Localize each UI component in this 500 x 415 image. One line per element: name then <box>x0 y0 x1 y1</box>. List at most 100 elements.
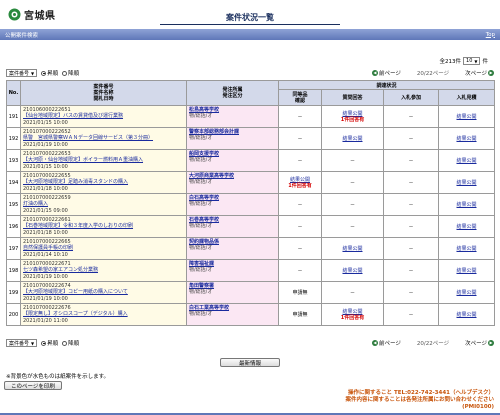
sort-select-bottom[interactable]: 案件番号 ▼ <box>6 339 38 347</box>
status-text: － <box>408 136 414 142</box>
confirm-cell: － <box>278 193 322 216</box>
result-link[interactable]: 結果公開 <box>457 224 477 230</box>
confirm-cell: － <box>278 149 322 172</box>
arrow-right-icon: ▶ <box>488 340 494 346</box>
top-link[interactable]: Top <box>486 32 495 38</box>
footer-inquiry: 案件内容に関することは各発注所属にお問い合わせください <box>345 397 494 403</box>
row-number: 195 <box>6 193 21 216</box>
nav-row-top: 案件番号 ▼ 昇順 降順 ◀ 前ページ 20/22ページ 次ページ ▶ <box>6 68 494 78</box>
order-division: 物/総括/オ <box>189 201 213 208</box>
sort-asc-radio[interactable]: 昇順 <box>41 69 58 77</box>
table-row: 195 210107000222659 灯油の購入 2021/01/15 09:00 白… <box>6 193 496 216</box>
opening-datetime: 2021/01/14 10:10 <box>23 251 68 258</box>
latest-info-button[interactable]: 最新情報 <box>220 358 280 367</box>
result-cell: 結果公開 <box>437 105 496 128</box>
arrow-left-icon: ◀ <box>371 340 378 346</box>
result-link[interactable]: 結果公開 <box>457 268 477 274</box>
question-cell: 結果公開 <box>321 259 384 282</box>
entry-cell: － <box>383 303 439 326</box>
prev-page-link[interactable]: ◀ 前ページ <box>371 69 401 77</box>
result-link[interactable]: 結果公開 <box>457 290 477 296</box>
status-text: － <box>408 312 414 318</box>
row-number: 198 <box>6 259 21 282</box>
next-page-link[interactable]: 次ページ ▶ <box>465 69 494 77</box>
result-link[interactable]: 結果公開 <box>457 180 477 186</box>
case-cell: 210107000222676 【限定無し】オシロスコープ（デジタル）購入 2021… <box>20 303 187 326</box>
status-text: － <box>408 224 414 230</box>
status-text: － <box>297 268 303 274</box>
table-row: 198 210107000222671 七ツ森希望の家エアコン処分業務 2021/01… <box>6 259 496 282</box>
confirm-cell: 申請無 <box>278 281 322 304</box>
result-cell: 結果公開 <box>437 215 496 238</box>
case-cell: 210107000222652 県警 宮城県警察ＷＡＮデータ回線サービス（第３分冊… <box>20 127 187 150</box>
result-link[interactable]: 結果公開 <box>457 114 477 120</box>
opening-datetime: 2021/01/15 10:00 <box>23 119 68 126</box>
row-number: 193 <box>6 149 21 172</box>
order-division: 物/総括/オ <box>189 157 213 164</box>
result-cell: 結果公開 <box>437 303 496 326</box>
prev-page-link-bottom[interactable]: ◀ 前ページ <box>371 339 401 347</box>
confirm-cell: － <box>278 105 322 128</box>
sort-select[interactable]: 案件番号 ▼ <box>6 69 38 77</box>
result-link[interactable]: 結果公開 <box>342 246 362 252</box>
order-division: 物/総括/オ <box>189 289 213 296</box>
result-link[interactable]: 結果公開 <box>457 202 477 208</box>
result-cell: 結果公開 <box>437 281 496 304</box>
status-text: － <box>408 158 414 164</box>
result-link[interactable]: 結果公開 <box>457 246 477 252</box>
entry-cell: － <box>383 149 439 172</box>
print-page-button[interactable]: このページを印刷 <box>4 381 62 390</box>
table-row: 191 210106000222651 【仙台地域限定】バスの賃貸借及び運行業務 20… <box>6 105 496 128</box>
col-header-result: 入札見積 <box>437 89 496 106</box>
case-name-link[interactable]: 【大河原・仙台地域限定】ボイラー燃料用Ａ重油購入 <box>23 157 143 163</box>
status-text: － <box>297 114 303 120</box>
result-link[interactable]: 結果公開 <box>457 158 477 164</box>
opening-datetime: 2021/01/20 11:00 <box>23 317 68 324</box>
chevron-down-icon: ▼ <box>31 70 35 76</box>
order-division: 物/総括/オ <box>189 267 213 274</box>
sort-desc-radio[interactable]: 降順 <box>62 69 79 77</box>
case-name-link[interactable]: 【大河原地域限定】コピー用紙の購入について <box>23 289 128 295</box>
case-name-link[interactable]: 【大河原地域限定】足踏み消毒スタンドの購入 <box>23 179 128 185</box>
table-row: 193 210107000222653 【大河原・仙台地域限定】ボイラー燃料用Ａ重油… <box>6 149 496 172</box>
result-link[interactable]: 結果公開 <box>457 136 477 142</box>
status-text: － <box>349 290 355 296</box>
confirm-cell: － <box>278 237 322 260</box>
per-page-select[interactable]: 10 ▼ <box>463 57 481 65</box>
result-cell: 結果公開 <box>437 259 496 282</box>
case-name-link[interactable]: 【仙台地域限定】バスの賃貸借及び運行業務 <box>23 113 123 119</box>
next-page-link-bottom[interactable]: 次ページ ▶ <box>465 339 494 347</box>
result-link[interactable]: 結果公開 <box>342 268 362 274</box>
col-header-confirm: 同等品 確認 <box>278 89 322 106</box>
footer-contact: 操作に関すること TEL:022-742-3441（ヘルプデスク） 案件内容に関… <box>345 390 494 411</box>
order-division: 物/総括/オ <box>189 135 213 142</box>
case-cell: 210107000222661 【石巻地域限定】令和３年度入学のしおりの印刷 202… <box>20 215 187 238</box>
case-name-link[interactable]: 県警 宮城県警察ＷＡＮデータ回線サービス（第３分冊） <box>23 135 153 141</box>
opening-datetime: 2021/01/15 09:00 <box>23 207 68 214</box>
status-text: － <box>349 224 355 230</box>
confirm-cell: － <box>278 215 322 238</box>
opening-datetime: 2021/01/19 10:00 <box>23 295 68 302</box>
sort-desc-radio-bottom[interactable]: 降順 <box>62 339 79 347</box>
table-row: 194 210107000222655 【大河原地域限定】足踏み消毒スタンドの購入 2… <box>6 171 496 194</box>
status-text: － <box>408 290 414 296</box>
org-cell: 白石高等学校 物/総括/オ <box>186 193 279 216</box>
col-header-question: 質問回答 <box>321 89 384 106</box>
org-cell: 白石工業高等学校 物/総括/オ <box>186 303 279 326</box>
page-info-bottom: 20/22ページ <box>416 341 450 347</box>
org-cell: 船岡支援学校 物/総括/オ <box>186 149 279 172</box>
case-name-link[interactable]: 【限定無し】オシロスコープ（デジタル）購入 <box>23 311 128 317</box>
sort-asc-radio-bottom[interactable]: 昇順 <box>41 339 58 347</box>
case-name-link[interactable]: 【石巻地域限定】令和３年度入学のしおりの印刷 <box>23 223 133 229</box>
result-link[interactable]: 結果公開 <box>342 136 362 142</box>
search-link[interactable]: 公開案件検索 <box>5 31 38 39</box>
answer-count-note: 1件回答有 <box>340 117 365 123</box>
entry-cell: － <box>383 259 439 282</box>
order-division: 物/総括/オ <box>189 179 213 186</box>
confirm-cell: － <box>278 127 322 150</box>
result-link[interactable]: 結果公開 <box>457 312 477 318</box>
case-name-link[interactable]: 七ツ森希望の家エアコン処分業務 <box>23 267 98 273</box>
chevron-down-icon: ▼ <box>474 58 478 64</box>
case-name-link[interactable]: 自然保護員手帳の印刷 <box>23 245 73 251</box>
case-name-link[interactable]: 灯油の購入 <box>23 201 48 207</box>
